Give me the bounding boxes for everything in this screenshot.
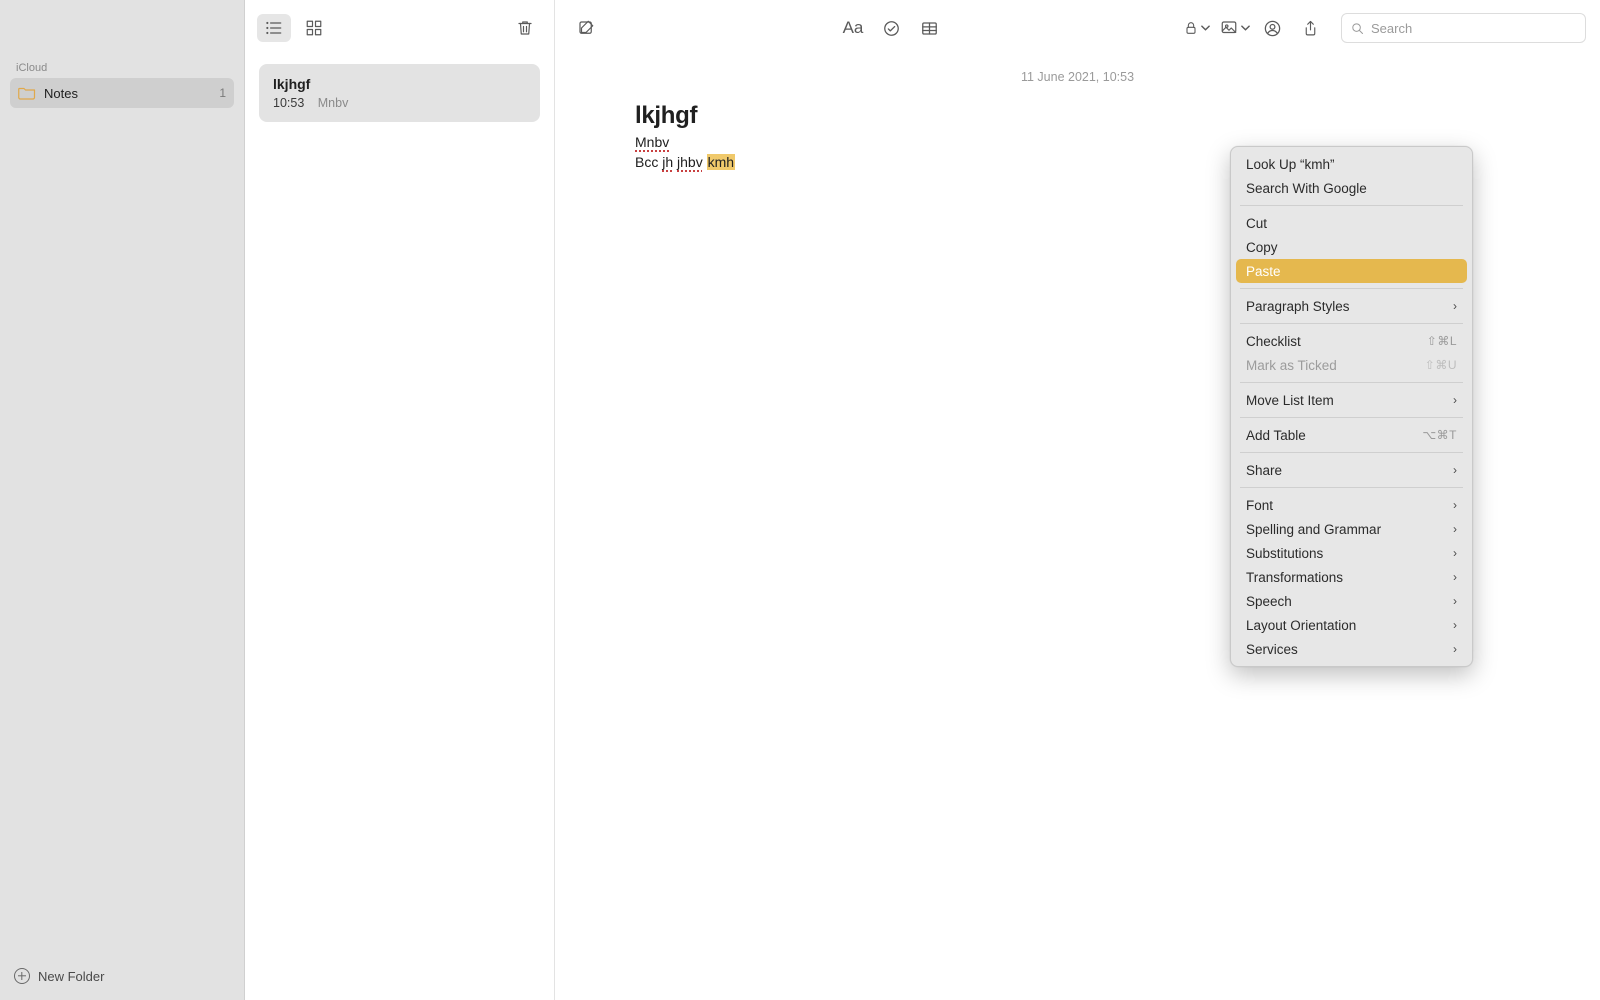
note-item-time: 10:53 bbox=[273, 96, 304, 110]
new-folder-label: New Folder bbox=[38, 969, 104, 984]
menu-search-google[interactable]: Search With Google bbox=[1236, 176, 1467, 200]
note-item-subtitle: 10:53 Mnbv bbox=[273, 96, 526, 110]
chevron-right-icon: › bbox=[1453, 594, 1457, 608]
menu-checklist[interactable]: Checklist⇧⌘L bbox=[1236, 329, 1467, 353]
menu-copy[interactable]: Copy bbox=[1236, 235, 1467, 259]
compose-button[interactable] bbox=[569, 14, 603, 42]
new-folder-button[interactable]: New Folder bbox=[0, 956, 244, 1000]
titlebar-spacer bbox=[0, 0, 244, 58]
note-title-text: lkjhgf bbox=[635, 102, 1520, 130]
format-group: Aa bbox=[836, 14, 946, 42]
chevron-right-icon: › bbox=[1453, 546, 1457, 560]
note-list-item[interactable]: lkjhgf 10:53 Mnbv bbox=[259, 64, 540, 122]
media-button[interactable] bbox=[1217, 14, 1251, 42]
menu-add-table[interactable]: Add Table⌥⌘T bbox=[1236, 423, 1467, 447]
sidebar-folder-notes[interactable]: Notes 1 bbox=[10, 78, 234, 108]
menu-separator bbox=[1240, 417, 1463, 418]
menu-spelling[interactable]: Spelling and Grammar› bbox=[1236, 517, 1467, 541]
view-list-button[interactable] bbox=[257, 14, 291, 42]
menu-move-list-item[interactable]: Move List Item› bbox=[1236, 388, 1467, 412]
menu-share[interactable]: Share› bbox=[1236, 458, 1467, 482]
menu-separator bbox=[1240, 487, 1463, 488]
lock-icon bbox=[1183, 20, 1199, 36]
sidebar-folder-count: 1 bbox=[219, 86, 226, 100]
app-root: iCloud Notes 1 New Folder bbox=[0, 0, 1600, 1000]
chevron-right-icon: › bbox=[1453, 570, 1457, 584]
share-button[interactable] bbox=[1293, 14, 1327, 42]
notes-list-column: lkjhgf 10:53 Mnbv bbox=[245, 0, 555, 1000]
view-grid-button[interactable] bbox=[297, 14, 331, 42]
editor-column: Aa bbox=[555, 0, 1600, 1000]
chevron-down-icon bbox=[1201, 25, 1210, 31]
sidebar-section-label: iCloud bbox=[0, 58, 244, 78]
checklist-button[interactable] bbox=[874, 14, 908, 42]
collaborate-button[interactable] bbox=[1255, 14, 1289, 42]
plus-circle-icon bbox=[14, 968, 30, 984]
chevron-right-icon: › bbox=[1453, 393, 1457, 407]
table-icon bbox=[920, 19, 939, 38]
text-aa-icon: Aa bbox=[843, 18, 864, 38]
sidebar-folder-label: Notes bbox=[44, 86, 219, 101]
menu-separator bbox=[1240, 382, 1463, 383]
chevron-right-icon: › bbox=[1453, 642, 1457, 656]
text-format-button[interactable]: Aa bbox=[836, 14, 870, 42]
share-icon bbox=[1302, 19, 1319, 38]
menu-lookup[interactable]: Look Up “kmh” bbox=[1236, 152, 1467, 176]
menu-separator bbox=[1240, 452, 1463, 453]
menu-font[interactable]: Font› bbox=[1236, 493, 1467, 517]
chevron-down-icon bbox=[1241, 25, 1250, 31]
lock-button[interactable] bbox=[1179, 14, 1213, 42]
chevron-right-icon: › bbox=[1453, 299, 1457, 313]
menu-layout-orientation[interactable]: Layout Orientation› bbox=[1236, 613, 1467, 637]
photo-icon bbox=[1219, 19, 1239, 37]
person-circle-icon bbox=[1263, 19, 1282, 38]
checkmark-circle-icon bbox=[882, 19, 901, 38]
chevron-right-icon: › bbox=[1453, 522, 1457, 536]
note-item-preview: Mnbv bbox=[318, 96, 349, 110]
menu-paste[interactable]: Paste bbox=[1236, 259, 1467, 283]
grid-icon bbox=[305, 19, 323, 37]
editor-toolbar: Aa bbox=[555, 0, 1600, 56]
list-toolbar bbox=[245, 0, 554, 56]
menu-transformations[interactable]: Transformations› bbox=[1236, 565, 1467, 589]
search-placeholder: Search bbox=[1371, 21, 1412, 36]
delete-note-button[interactable] bbox=[508, 14, 542, 42]
menu-separator bbox=[1240, 205, 1463, 206]
context-menu: Look Up “kmh” Search With Google Cut Cop… bbox=[1230, 146, 1473, 667]
table-button[interactable] bbox=[912, 14, 946, 42]
list-icon bbox=[264, 18, 284, 38]
menu-separator bbox=[1240, 288, 1463, 289]
sidebar: iCloud Notes 1 New Folder bbox=[0, 0, 245, 1000]
selected-text: kmh bbox=[707, 154, 735, 170]
right-toolbar-group: Search bbox=[1179, 13, 1586, 43]
trash-icon bbox=[516, 19, 534, 37]
folder-icon bbox=[18, 86, 36, 100]
chevron-right-icon: › bbox=[1453, 463, 1457, 477]
note-timestamp: 11 June 2021, 10:53 bbox=[555, 56, 1600, 84]
menu-services[interactable]: Services› bbox=[1236, 637, 1467, 661]
menu-cut[interactable]: Cut bbox=[1236, 211, 1467, 235]
chevron-right-icon: › bbox=[1453, 618, 1457, 632]
search-icon bbox=[1350, 21, 1365, 36]
menu-speech[interactable]: Speech› bbox=[1236, 589, 1467, 613]
chevron-right-icon: › bbox=[1453, 498, 1457, 512]
menu-separator bbox=[1240, 323, 1463, 324]
note-item-title: lkjhgf bbox=[273, 76, 526, 92]
search-input[interactable]: Search bbox=[1341, 13, 1586, 43]
menu-substitutions[interactable]: Substitutions› bbox=[1236, 541, 1467, 565]
compose-icon bbox=[577, 19, 595, 37]
menu-paragraph-styles[interactable]: Paragraph Styles› bbox=[1236, 294, 1467, 318]
menu-mark-ticked: Mark as Ticked⇧⌘U bbox=[1236, 353, 1467, 377]
